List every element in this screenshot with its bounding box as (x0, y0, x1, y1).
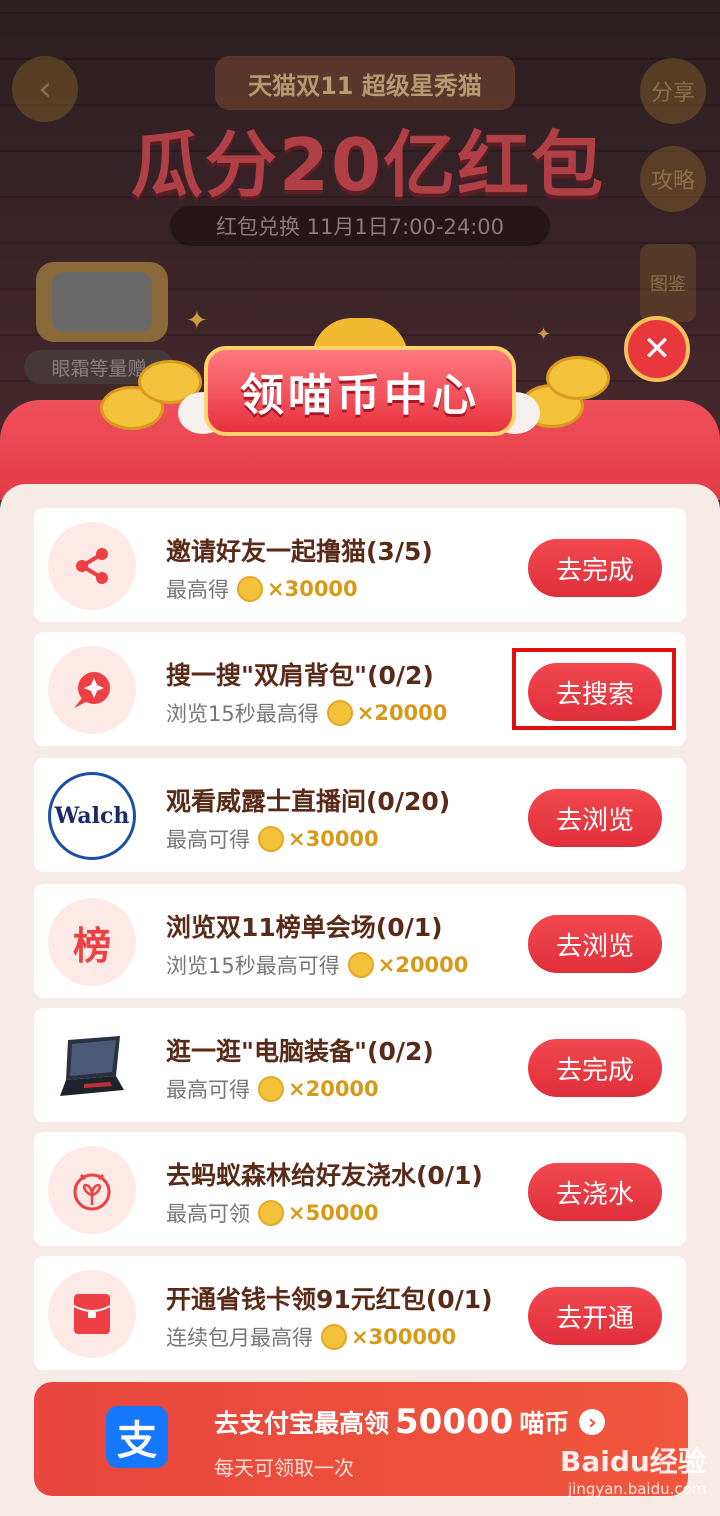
alipay-logo-icon: 支 (106, 1406, 168, 1468)
task-action-button[interactable]: 去完成 (528, 539, 662, 597)
task-action-button[interactable]: 去浏览 (528, 915, 662, 973)
tv-icon[interactable] (36, 262, 168, 342)
task-reward: 最高可得 ×30000 (166, 824, 379, 854)
reward-amount: ×30000 (288, 827, 379, 851)
reward-amount: ×20000 (377, 953, 469, 977)
watermark-url: jingyan.baidu.com (568, 1480, 707, 1498)
ranking-text: 榜 (72, 923, 111, 968)
coin-icon (258, 826, 284, 852)
task-reward: 最高可领 ×50000 (166, 1198, 379, 1228)
task-reward-label: 浏览15秒最高可得 (166, 954, 340, 978)
task-row: 开通省钱卡领91元红包(0/1) 连续包月最高得 ×300000 去开通 (34, 1256, 686, 1370)
task-row: 邀请好友一起撸猫(3/5) 最高得 ×30000 去完成 (34, 508, 686, 622)
task-title: 浏览双11榜单会场(0/1) (166, 913, 443, 942)
task-reward-label: 最高可领 (166, 1202, 250, 1226)
event-title: 天猫双11 超级星秀猫 (215, 56, 515, 110)
share-button[interactable]: 分享 (640, 58, 706, 124)
task-row: 搜一搜"双肩背包"(0/2) 浏览15秒最高得 ×20000 去搜索 (34, 632, 686, 746)
headline: 瓜分20亿红包 (130, 122, 606, 207)
panel-title: 领喵币中心 (204, 346, 516, 436)
sparkle-icon: ✦ (536, 324, 552, 345)
alipay-unit: 喵币 (519, 1409, 570, 1438)
task-reward: 浏览15秒最高可得 ×20000 (166, 950, 468, 980)
coin-stack-icon (546, 356, 610, 400)
task-reward-label: 最高可得 (166, 828, 250, 852)
task-title: 邀请好友一起撸猫(3/5) (166, 537, 433, 566)
task-title: 开通省钱卡领91元红包(0/1) (166, 1285, 493, 1314)
close-icon: ✕ (642, 329, 672, 369)
ranking-icon: 榜 (48, 898, 136, 986)
alipay-title: 去支付宝最高领 50000 喵币 › (214, 1402, 606, 1442)
walch-logo-icon: Walch (48, 772, 136, 860)
coin-icon (347, 952, 374, 978)
watermark: Baidu经验 (560, 1445, 706, 1478)
laptop-icon (48, 1022, 136, 1110)
collection-button[interactable]: 图鉴 (640, 244, 696, 322)
task-action-button[interactable]: 去浏览 (528, 789, 662, 847)
coin-icon (326, 700, 353, 726)
coin-icon (258, 1076, 284, 1102)
task-reward-label: 连续包月最高得 (166, 1326, 313, 1350)
task-reward-label: 浏览15秒最高得 (166, 702, 319, 726)
coin-icon (237, 576, 263, 602)
reward-amount: ×20000 (356, 701, 448, 725)
task-title: 逛一逛"电脑装备"(0/2) (166, 1037, 434, 1066)
close-button[interactable]: ✕ (624, 316, 690, 382)
reward-amount: ×300000 (351, 1325, 457, 1349)
task-title: 去蚂蚁森林给好友浇水(0/1) (166, 1161, 483, 1190)
reward-amount: ×30000 (267, 577, 358, 601)
alipay-amount: 50000 (395, 1402, 514, 1442)
walch-logo-text: Walch (54, 803, 130, 829)
back-button[interactable]: ‹ (12, 56, 78, 122)
task-action-button[interactable]: 去浇水 (528, 1163, 662, 1221)
coin-icon (321, 1324, 347, 1350)
task-reward: 连续包月最高得 ×300000 (166, 1322, 456, 1352)
highlight-box (512, 648, 676, 730)
task-reward-label: 最高得 (166, 578, 229, 602)
reward-amount: ×50000 (288, 1201, 379, 1225)
task-reward: 最高可得 ×20000 (166, 1074, 379, 1104)
coin-icon (258, 1200, 284, 1226)
task-title: 搜一搜"双肩背包"(0/2) (166, 661, 434, 690)
task-reward-label: 最高可得 (166, 1078, 250, 1102)
task-row: Walch 观看威露士直播间(0/20) 最高可得 ×30000 去浏览 (34, 758, 686, 872)
task-title: 观看威露士直播间(0/20) (166, 787, 451, 816)
task-row: 榜 浏览双11榜单会场(0/1) 浏览15秒最高可得 ×20000 去浏览 (34, 884, 686, 998)
task-action-button[interactable]: 去开通 (528, 1287, 662, 1345)
task-row: 去蚂蚁森林给好友浇水(0/1) 最高可领 ×50000 去浇水 (34, 1132, 686, 1246)
alipay-title-text: 去支付宝最高领 (214, 1409, 390, 1438)
redeem-time: 红包兑换 11月1日7:00-24:00 (170, 206, 550, 246)
chevron-left-icon: ‹ (38, 69, 52, 109)
chevron-right-icon: › (579, 1409, 606, 1435)
reward-amount: ×20000 (288, 1077, 379, 1101)
share-icon (48, 522, 136, 610)
task-action-button[interactable]: 去完成 (528, 1039, 662, 1097)
guide-button[interactable]: 攻略 (640, 146, 706, 212)
red-envelope-icon (48, 1270, 136, 1358)
alipay-subtitle: 每天可领取一次 (214, 1456, 354, 1480)
sprout-icon (48, 1146, 136, 1234)
sparkle-icon: ✦ (186, 306, 208, 336)
task-reward: 最高得 ×30000 (166, 574, 358, 604)
task-reward: 浏览15秒最高得 ×20000 (166, 698, 447, 728)
search-icon (48, 646, 136, 734)
task-row: 逛一逛"电脑装备"(0/2) 最高可得 ×20000 去完成 (34, 1008, 686, 1122)
